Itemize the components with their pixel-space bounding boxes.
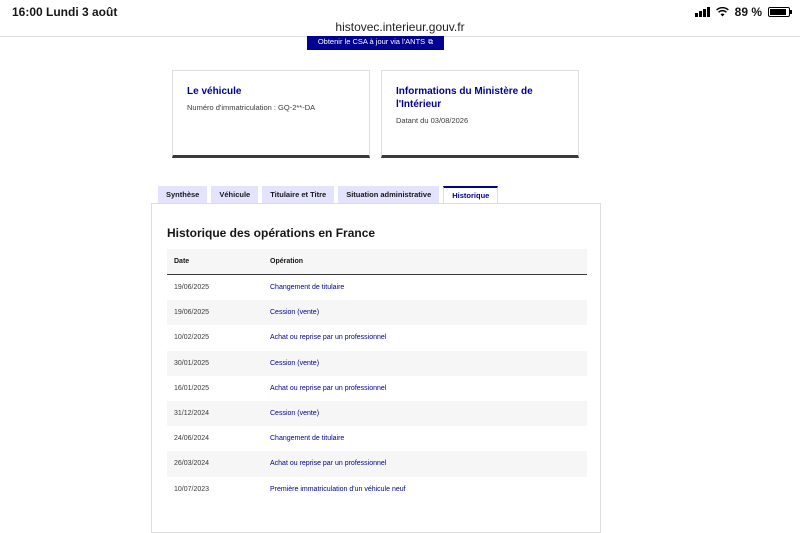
tab-synthese[interactable]: Synthèse [158,186,208,204]
history-panel: Historique des opérations en France Date… [151,203,601,533]
address-bar[interactable]: histovec.interieur.gouv.fr [0,20,800,36]
row-operation[interactable]: Changement de titulaire [270,284,587,291]
row-date: 30/01/2025 [174,359,210,367]
wifi-icon [715,7,729,17]
table-row: 19/06/2025 Changement de titulaire [167,275,587,300]
row-date: 19/06/2025 [174,284,210,292]
row-date: 10/02/2025 [174,334,210,342]
table-row: 10/02/2025 Achat ou reprise par un profes… [167,325,587,350]
table-row: 24/06/2024 Changement de titulaire [167,426,587,451]
battery-percent: 89 % [734,5,762,19]
tab-vehicule[interactable]: Véhicule [211,186,259,204]
vehicle-card: Le véhicule Numéro d'immatriculation : G… [172,70,370,158]
column-operation: Opération [270,258,304,265]
table-row: 19/06/2025 Cession (vente) [167,300,587,326]
row-operation[interactable]: Cession (vente) [270,360,587,367]
cellular-signal-icon [694,7,710,17]
row-date: 16/01/2025 [174,384,210,392]
row-date: 31/12/2024 [174,410,210,418]
row-operation[interactable]: Première immatriculation d'un véhicule n… [270,486,587,493]
row-date: 24/06/2024 [174,435,210,443]
row-date: 19/06/2025 [174,309,210,317]
row-operation[interactable]: Cession (vente) [270,309,587,316]
column-date: Date [174,258,190,265]
row-date: 26/03/2024 [174,460,210,468]
table-row: 10/07/2023 Première immatriculation d'un … [167,477,587,502]
status-date: Lundi 3 août [46,5,118,19]
table-row: 26/03/2024 Achat ou reprise par un profes… [167,451,587,477]
external-link-icon: ⧉ [428,39,434,46]
status-right: 89 % [694,5,792,19]
table-body: 19/06/2025 Changement de titulaire 19/06/… [167,275,587,502]
ants-csa-button[interactable]: Obtenir le CSA à jour via l'ANTS ⧉ [307,36,444,50]
history-table: Date Opération 19/06/2025 Changement de t… [167,249,587,502]
vehicle-card-text: Numéro d'immatriculation : GQ-2**-DA [187,103,316,112]
ministry-card-text: Datant du 03/08/2026 [396,116,469,125]
battery-icon [768,7,792,17]
status-time: 16:00 [12,5,43,19]
row-operation[interactable]: Achat ou reprise par un professionnel [270,460,587,467]
table-header: Date Opération [167,249,587,275]
vehicle-card-title: Le véhicule [187,86,242,97]
tab-situation[interactable]: Situation administrative [338,186,440,204]
row-operation[interactable]: Achat ou reprise par un professionnel [270,385,587,392]
row-date: 10/07/2023 [174,485,210,493]
table-row: 31/12/2024 Cession (vente) [167,400,587,427]
ministry-card: Informations du Ministère de l'Intérieur… [381,70,579,158]
table-row: 30/01/2025 Cession (vente) [167,350,587,376]
status-bar: 16:00 Lundi 3 août 89 % [0,0,800,22]
ministry-card-title: Informations du Ministère de l'Intérieur [396,86,533,110]
history-title: Historique des opérations en France [167,226,376,240]
battery-fill [770,9,787,15]
row-operation[interactable]: Achat ou reprise par un professionnel [270,334,587,341]
tab-titulaire[interactable]: Titulaire et Titre [262,186,335,204]
table-row: 16/01/2025 Achat ou reprise par un profes… [167,376,587,401]
ants-csa-label: Obtenir le CSA à jour via l'ANTS [317,37,426,46]
tab-bar: Synthèse Véhicule Titulaire et Titre Sit… [158,186,499,206]
row-operation[interactable]: Cession (vente) [270,410,587,417]
row-operation[interactable]: Changement de titulaire [270,435,587,442]
